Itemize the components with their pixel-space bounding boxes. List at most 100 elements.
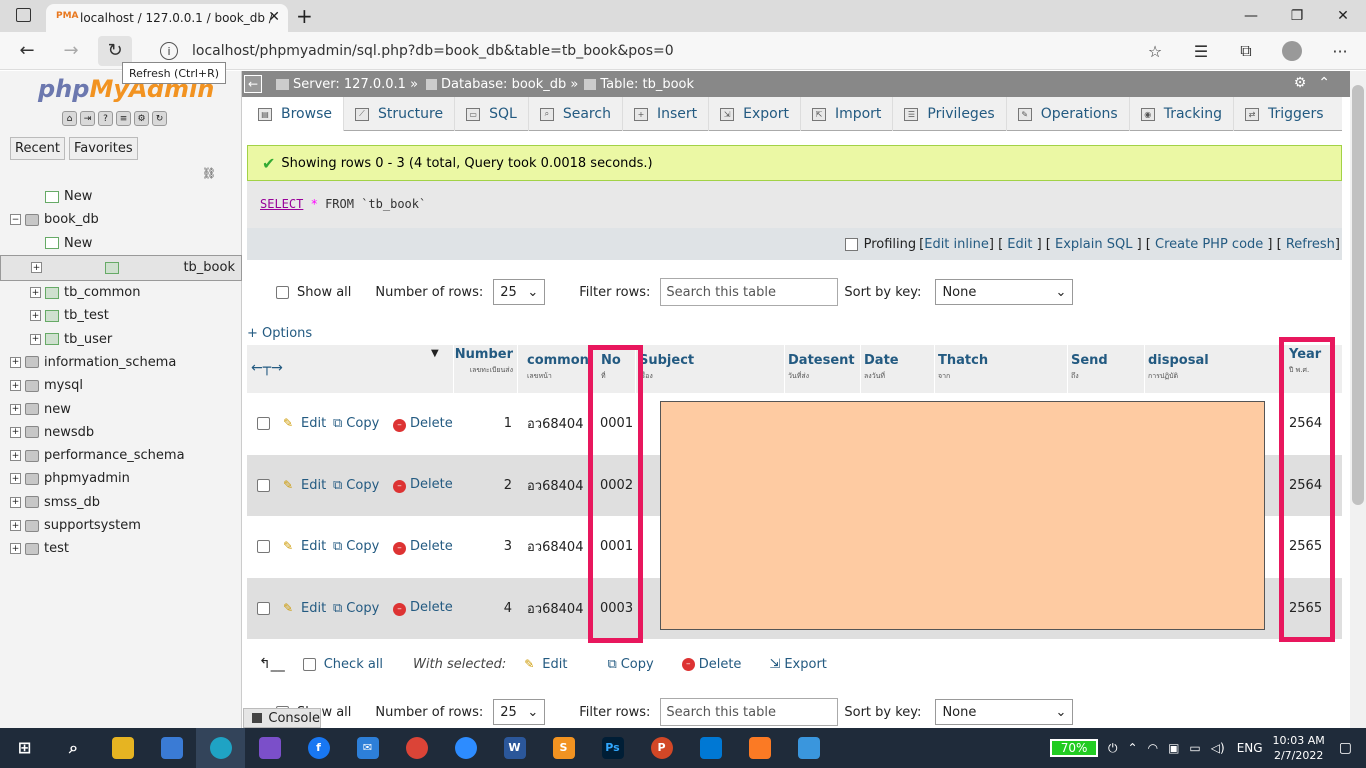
num-rows-select[interactable]: 25 ⌄ bbox=[493, 279, 546, 305]
clock[interactable]: 10:03 AM 2/7/2022 bbox=[1273, 733, 1325, 763]
expand-icon[interactable]: + bbox=[31, 262, 42, 274]
create-php-code-link[interactable]: Create PHP code bbox=[1155, 237, 1263, 252]
expand-icon[interactable]: + bbox=[30, 333, 41, 345]
profile-avatar-icon[interactable] bbox=[1277, 38, 1307, 64]
store-button[interactable] bbox=[147, 728, 196, 768]
photoshop-button[interactable]: Ps bbox=[588, 728, 637, 768]
row-edit-button[interactable]: ✎ Edit bbox=[283, 539, 326, 554]
expand-icon[interactable]: + bbox=[10, 380, 21, 392]
edit-query-link[interactable]: Edit bbox=[1007, 237, 1032, 252]
row-delete-button[interactable]: – Delete bbox=[393, 477, 453, 494]
row-checkbox[interactable] bbox=[257, 540, 270, 553]
sort-by-key-select-bottom[interactable]: None ⌄ bbox=[935, 699, 1074, 725]
favorites-icon[interactable]: ☰ bbox=[1186, 38, 1216, 64]
cell-common[interactable]: อว68404 bbox=[527, 413, 583, 434]
tab-actions-icon[interactable] bbox=[16, 8, 31, 22]
tree-node-new[interactable]: New bbox=[0, 185, 242, 208]
console-toggle[interactable]: Console bbox=[243, 708, 321, 728]
explain-sql-link[interactable]: Explain SQL bbox=[1055, 237, 1132, 252]
url-field[interactable]: i localhost/phpmyadmin/sql.php?db=book_d… bbox=[150, 36, 1180, 66]
breadcrumb-database[interactable]: Database: book_db » bbox=[441, 77, 578, 92]
expand-icon[interactable]: + bbox=[10, 473, 21, 485]
vscode-button[interactable] bbox=[686, 728, 735, 768]
tree-node-mysql[interactable]: + mysql bbox=[0, 374, 242, 397]
zoom-button[interactable] bbox=[441, 728, 490, 768]
language-indicator[interactable]: ENG bbox=[1237, 741, 1263, 755]
notifications-icon[interactable]: ▢ bbox=[1339, 740, 1352, 756]
collapse-sidebar-icon[interactable]: ← bbox=[244, 75, 262, 93]
row-edit-button[interactable]: ✎ Edit bbox=[283, 416, 326, 431]
reload-nav-icon[interactable]: ↻ bbox=[152, 111, 167, 126]
tab-import[interactable]: ⇱ Import bbox=[801, 97, 894, 131]
page-settings-icon[interactable]: ⚙⌃ bbox=[1294, 75, 1342, 91]
column-header-common[interactable]: common เลขหน้า bbox=[518, 345, 589, 393]
tree-node-test[interactable]: + test bbox=[0, 537, 242, 560]
volume-icon[interactable]: ◁) bbox=[1211, 741, 1225, 755]
bulk-delete-button[interactable]: Delete bbox=[699, 657, 742, 672]
sort-dropdown-icon[interactable]: ▼ bbox=[431, 348, 439, 359]
column-header-datesent[interactable]: Datesent วันที่ส่ง bbox=[785, 345, 860, 393]
recent-tab[interactable]: Recent bbox=[10, 137, 65, 160]
tab-privileges[interactable]: ☰ Privileges bbox=[893, 97, 1007, 131]
tree-node-tb_common[interactable]: + tb_common bbox=[0, 281, 242, 304]
refresh-icon[interactable]: ↻ bbox=[98, 35, 132, 66]
tab-search[interactable]: ⌕ Search bbox=[529, 97, 623, 131]
remote-desktop-button[interactable] bbox=[784, 728, 833, 768]
refresh-link[interactable]: Refresh bbox=[1286, 237, 1335, 252]
column-header-subject[interactable]: Subject เรื่อง bbox=[636, 345, 784, 393]
row-delete-button[interactable]: – Delete bbox=[393, 539, 453, 555]
filter-rows-input-bottom[interactable]: Search this table bbox=[660, 698, 839, 726]
favorite-add-icon[interactable]: ☆ bbox=[1140, 38, 1170, 64]
sort-by-key-select[interactable]: None ⌄ bbox=[935, 279, 1074, 305]
column-header-thatch[interactable]: Thatch จาก bbox=[935, 345, 1067, 393]
chrome-button[interactable] bbox=[392, 728, 441, 768]
tree-node-supportsystem[interactable]: + supportsystem bbox=[0, 514, 242, 537]
minimize-icon[interactable]: — bbox=[1228, 0, 1274, 32]
expand-icon[interactable]: + bbox=[10, 426, 21, 438]
tree-node-tb_user[interactable]: + tb_user bbox=[0, 327, 242, 350]
expand-icon[interactable]: + bbox=[10, 520, 21, 531]
column-header-send[interactable]: Send ถึง bbox=[1068, 345, 1144, 393]
page-scrollbar[interactable] bbox=[1350, 71, 1366, 728]
tree-node-phpmyadmin[interactable]: + phpmyadmin bbox=[0, 467, 242, 490]
collections-icon[interactable]: ⧉ bbox=[1231, 38, 1261, 64]
new-tab-icon[interactable]: + bbox=[296, 4, 313, 28]
expand-icon[interactable]: + bbox=[10, 450, 21, 462]
sublime-button[interactable]: S bbox=[539, 728, 588, 768]
row-delete-button[interactable]: – Delete bbox=[393, 600, 453, 617]
bulk-copy-button[interactable]: Copy bbox=[621, 657, 654, 672]
tab-structure[interactable]: ⟋ Structure bbox=[344, 97, 456, 131]
forward-icon[interactable]: → bbox=[54, 36, 88, 66]
profiling-checkbox[interactable] bbox=[844, 237, 858, 251]
meet-now-icon[interactable]: ▣ bbox=[1168, 741, 1179, 755]
wifi-icon[interactable]: ◠ bbox=[1148, 741, 1158, 755]
home-icon[interactable]: ⌂ bbox=[62, 111, 77, 126]
cell-common[interactable]: อว68404 bbox=[527, 475, 583, 496]
tree-node-book_db[interactable]: − book_db bbox=[0, 208, 242, 231]
row-copy-button[interactable]: ⧉ Copy bbox=[333, 416, 379, 431]
back-icon[interactable]: ← bbox=[10, 36, 44, 66]
tree-node-smss_db[interactable]: + smss_db bbox=[0, 491, 242, 514]
row-delete-button[interactable]: – Delete bbox=[393, 416, 453, 432]
bulk-export-button[interactable]: Export bbox=[784, 657, 827, 672]
help-icon[interactable]: ? bbox=[98, 111, 113, 126]
cell-number[interactable]: 1 bbox=[454, 416, 512, 431]
expand-icon[interactable]: + bbox=[10, 403, 21, 415]
edit-inline-link[interactable]: Edit inline bbox=[924, 237, 989, 252]
browser-tab[interactable]: PMA localhost / 127.0.0.1 / book_db / ✕ bbox=[46, 4, 288, 32]
favorites-tab[interactable]: Favorites bbox=[68, 137, 138, 160]
tab-export[interactable]: ⇲ Export bbox=[709, 97, 801, 131]
start-button[interactable]: ⊞ bbox=[0, 728, 49, 768]
tab-sql[interactable]: ▭ SQL bbox=[455, 97, 529, 131]
expand-icon[interactable]: + bbox=[10, 496, 21, 508]
sql-select-keyword[interactable]: SELECT bbox=[260, 197, 303, 211]
docs-icon[interactable]: ≡ bbox=[116, 111, 131, 126]
expand-icon[interactable]: + bbox=[30, 287, 41, 299]
powerpoint-button[interactable]: P bbox=[637, 728, 686, 768]
close-tab-icon[interactable]: ✕ bbox=[268, 9, 280, 25]
battery-indicator[interactable]: 70% bbox=[1050, 739, 1099, 757]
tree-node-new[interactable]: + new bbox=[0, 397, 242, 420]
tree-node-newsdb[interactable]: + newsdb bbox=[0, 421, 242, 444]
filter-rows-input[interactable]: Search this table bbox=[660, 278, 839, 306]
more-menu-icon[interactable]: ··· bbox=[1325, 38, 1355, 64]
